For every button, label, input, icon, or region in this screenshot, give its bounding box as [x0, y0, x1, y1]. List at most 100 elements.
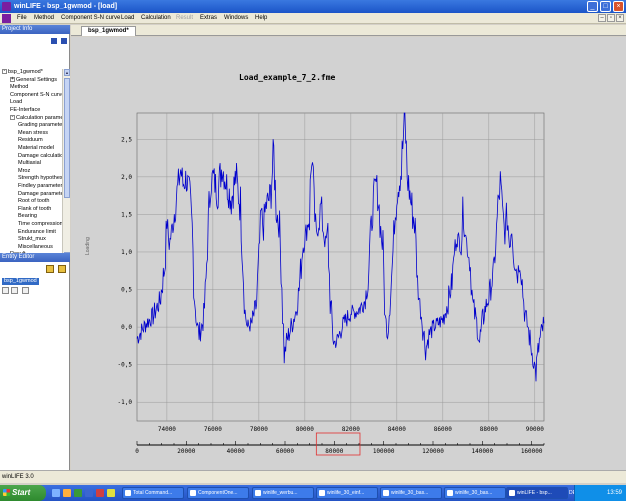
menu-file[interactable]: File: [17, 13, 27, 24]
bottom-axis-tick-label: 60000: [276, 448, 294, 455]
tree-item[interactable]: Method: [10, 84, 28, 91]
taskbar-button[interactable]: ComponentOne...: [187, 487, 249, 499]
mdi-minimize-button[interactable]: –: [598, 14, 606, 22]
tree-item[interactable]: Bearing: [18, 213, 37, 220]
taskbar-button-label: ComponentOne...: [198, 490, 238, 496]
sort-icon[interactable]: [2, 287, 9, 294]
tree-item[interactable]: Damage calculation: [18, 153, 62, 160]
menu-calculation[interactable]: Calculation: [141, 13, 171, 24]
menu-component-s-n-curve[interactable]: Component S-N curve: [61, 13, 120, 24]
tree-item[interactable]: Mean stress: [18, 130, 48, 137]
tree-item[interactable]: Mroz: [18, 168, 30, 175]
tree-item[interactable]: Endurance limit: [18, 229, 56, 236]
collapse-icon[interactable]: -: [10, 114, 15, 120]
expand-icon[interactable]: +: [10, 76, 15, 82]
list-icon[interactable]: [11, 287, 18, 294]
scroll-thumb[interactable]: [64, 78, 70, 198]
open-folder-icon[interactable]: [58, 265, 66, 273]
y-tick-label: 1,5: [121, 211, 132, 218]
tab-bsp-1gwmod[interactable]: bsp_1gwmod*: [81, 26, 136, 36]
tree-item[interactable]: + General Settings: [10, 76, 57, 84]
menu-load[interactable]: Load: [121, 13, 134, 24]
tree-item-label: Time compression: [18, 221, 62, 227]
quicklaunch-excel-icon[interactable]: [74, 489, 82, 497]
entity-item[interactable]: bsp_1gwmod: [2, 278, 39, 285]
tree-item-label: Grading parameters: [18, 122, 62, 129]
tree-item[interactable]: Residuum: [18, 137, 43, 144]
download-icon[interactable]: [50, 37, 58, 45]
grid-icon[interactable]: [22, 287, 29, 294]
top-axis-tick-label: 86000: [434, 426, 452, 433]
bottom-axis-tick-label: 40000: [227, 448, 245, 455]
tree-item[interactable]: Findley parameters: [18, 183, 62, 190]
top-axis-tick-label: 90000: [526, 426, 544, 433]
task-app-icon: [255, 490, 261, 496]
y-tick-label: -0,5: [118, 362, 133, 369]
top-axis-tick-label: 76000: [204, 426, 222, 433]
minimize-button[interactable]: _: [587, 1, 598, 12]
upload-icon[interactable]: [60, 37, 68, 45]
tree-item[interactable]: Strength hypothesis: [18, 175, 62, 182]
taskbar-button[interactable]: winlife_30_bas...: [380, 487, 442, 499]
tree-item-label: Miscellaneous: [18, 243, 53, 250]
taskbar-button[interactable]: winlife_werbu...: [252, 487, 314, 499]
taskbar-button[interactable]: winlife_30_bas...: [444, 487, 506, 499]
bottom-axis-tick-label: 0: [135, 448, 139, 455]
load-chart[interactable]: 2,5 2,0 1,5 1,0 0,5 0,0 -0,5 -1,0 74000 76000 7800…: [71, 37, 626, 470]
close-button[interactable]: ×: [613, 1, 624, 12]
quicklaunch-desktop-icon[interactable]: [52, 489, 60, 497]
menu-extras[interactable]: Extras: [200, 13, 217, 24]
folder-icon[interactable]: [46, 265, 54, 273]
tree-item[interactable]: Strukt_mux: [18, 236, 46, 243]
tree-item[interactable]: Material model: [18, 145, 54, 152]
tree-scrollbar[interactable]: ▲ ▼: [62, 69, 70, 261]
title-bar: winLIFE - bsp_1gwmod - [load] _ □ ×: [0, 0, 626, 13]
tree-item-label: FE-Interface: [10, 107, 41, 113]
mdi-restore-button[interactable]: ▫: [607, 14, 615, 22]
tree-item-label: Findley parameters: [18, 183, 62, 189]
tree-item[interactable]: Multiaxial: [18, 160, 41, 167]
start-button[interactable]: Start: [0, 485, 46, 501]
tree-item-label: Multiaxial: [18, 160, 41, 167]
bottom-axis-tick-label: 80000: [325, 448, 343, 455]
bottom-axis-tick-label: 20000: [177, 448, 195, 455]
mdi-close-button[interactable]: ×: [616, 14, 624, 22]
quicklaunch-acrobat-icon[interactable]: [96, 489, 104, 497]
tree-item[interactable]: FE-Interface: [10, 107, 40, 114]
tree-item-label: Root of tooth: [18, 198, 50, 205]
maximize-button[interactable]: □: [600, 1, 611, 12]
plot-area: [136, 112, 545, 422]
top-axis-tick-label: 74000: [158, 426, 176, 433]
tree-item[interactable]: -Calculation parameters: [10, 114, 62, 122]
scroll-up-icon[interactable]: ▲: [64, 69, 70, 76]
tree-item[interactable]: Miscellaneous: [18, 244, 53, 251]
tree-item-label: Endurance limit: [18, 228, 56, 235]
taskbar-button-label: Total Command...: [133, 490, 173, 496]
menu-method[interactable]: Method: [34, 13, 54, 24]
tree-item[interactable]: Flank of tooth: [18, 206, 51, 213]
menu-help[interactable]: Help: [255, 13, 267, 24]
tree-item-label: Bearing: [18, 213, 37, 220]
tree-item[interactable]: - bsp_1gwmod*: [2, 69, 43, 76]
task-app-icon: [447, 490, 453, 496]
taskbar-button[interactable]: winLIFE - bsp...: [506, 487, 568, 499]
menu-result[interactable]: Result: [176, 13, 193, 24]
quicklaunch-word-icon[interactable]: [85, 489, 93, 497]
document-icon: [2, 14, 11, 23]
tree-item[interactable]: Time compression: [18, 221, 62, 228]
tree-item[interactable]: Root of tooth: [18, 198, 50, 205]
taskbar-button[interactable]: winlife_30_einf...: [316, 487, 378, 499]
tree-item[interactable]: Grading parameters: [18, 122, 62, 129]
project-info-header: Project Info: [0, 25, 70, 34]
quicklaunch-folder-icon[interactable]: [107, 489, 115, 497]
taskbar-button[interactable]: Total Command...: [122, 487, 184, 499]
tree-item-label: bsp_1gwmod*: [8, 69, 43, 75]
quicklaunch-firefox-icon[interactable]: [63, 489, 71, 497]
taskbar-button-label: winlife_30_einf...: [327, 490, 365, 496]
tree-item[interactable]: Component S-N curve: [10, 92, 62, 99]
tree-item[interactable]: Load: [10, 99, 22, 106]
tree-item[interactable]: Damage parameter: [18, 191, 62, 198]
tree-item-label: Mean stress: [18, 129, 48, 136]
collapse-icon[interactable]: -: [2, 69, 7, 75]
menu-windows[interactable]: Windows: [224, 13, 248, 24]
